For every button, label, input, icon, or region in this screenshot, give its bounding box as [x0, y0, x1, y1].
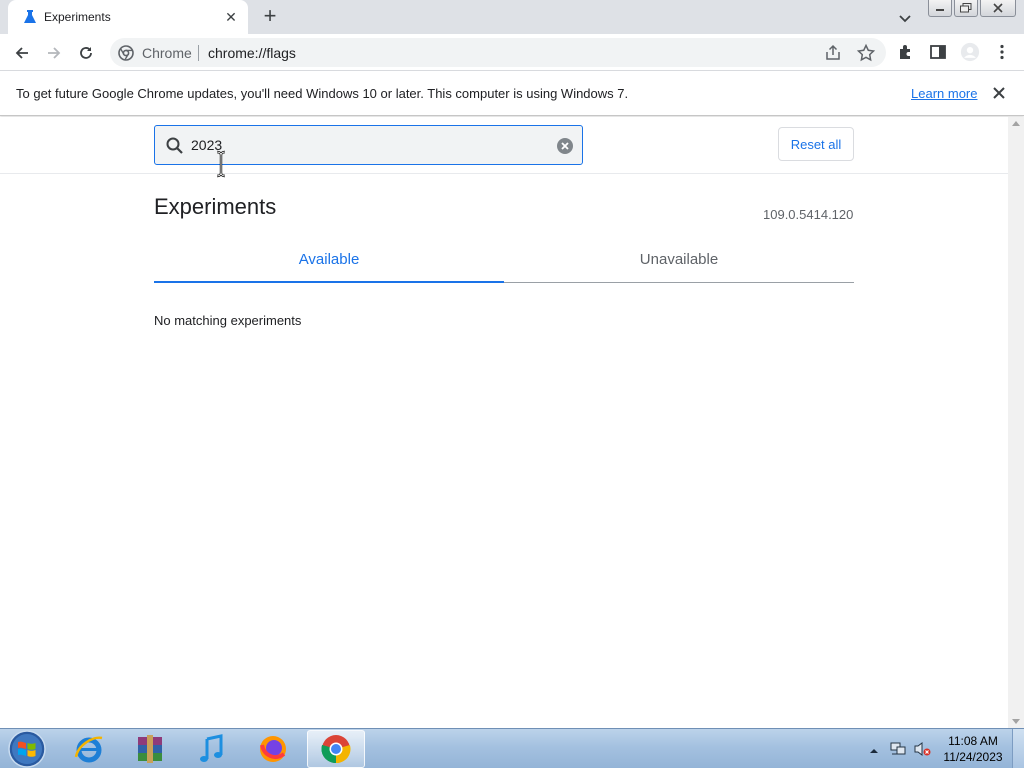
- chrome-icon: [321, 735, 351, 764]
- show-hidden-icons-icon[interactable]: [869, 743, 879, 753]
- windows-taskbar: 11:08 AM 11/24/2023: [0, 728, 1024, 768]
- forward-button[interactable]: [43, 42, 65, 64]
- infobar-close-icon[interactable]: [990, 84, 1008, 102]
- empty-results-message: No matching experiments: [154, 313, 302, 328]
- site-name: Chrome: [142, 45, 192, 61]
- selected-tab-indicator: [154, 281, 504, 283]
- flask-icon: [22, 9, 38, 25]
- winrar-taskbar-button[interactable]: [121, 730, 179, 768]
- show-desktop-button[interactable]: [1012, 729, 1024, 768]
- tab-close-icon[interactable]: ✕: [222, 8, 240, 26]
- clock-date: 11/24/2023: [943, 750, 1003, 764]
- browser-toolbar: Chrome chrome://flags: [0, 34, 1024, 71]
- back-button[interactable]: [11, 42, 33, 64]
- version-label: 109.0.5414.120: [763, 207, 854, 222]
- omnibox-separator: [198, 45, 199, 61]
- chrome-site-icon: [118, 45, 134, 61]
- page-scrollbar[interactable]: [1008, 117, 1024, 728]
- internet-explorer-icon: [74, 736, 103, 763]
- side-panel-icon[interactable]: [928, 42, 948, 62]
- reload-button[interactable]: [75, 42, 97, 64]
- windows-logo-icon: [8, 730, 46, 768]
- tab-experiments[interactable]: Experiments ✕: [8, 0, 248, 34]
- extensions-puzzle-icon[interactable]: [896, 42, 916, 62]
- clear-search-icon[interactable]: [556, 137, 574, 155]
- share-icon[interactable]: [824, 44, 842, 62]
- itunes-taskbar-button[interactable]: [182, 730, 240, 768]
- internet-explorer-taskbar-button[interactable]: [60, 730, 118, 768]
- scroll-down-arrow-icon[interactable]: [1012, 719, 1020, 724]
- window-controls: [928, 0, 1018, 17]
- experiments-tabs: Available Unavailable: [154, 241, 854, 283]
- text-cursor-icon: [216, 150, 226, 178]
- new-tab-button[interactable]: +: [258, 5, 282, 29]
- url-text[interactable]: chrome://flags: [208, 45, 296, 61]
- reset-all-button[interactable]: Reset all: [778, 127, 854, 161]
- itunes-icon: [200, 734, 223, 762]
- arrow-left-icon: [15, 47, 28, 59]
- address-bar[interactable]: Chrome chrome://flags: [110, 38, 886, 67]
- tab-strip: Experiments ✕ +: [0, 0, 1024, 34]
- clock-time: 11:08 AM: [948, 734, 998, 748]
- bookmark-star-icon[interactable]: [856, 43, 876, 63]
- arrow-right-icon: [48, 47, 61, 59]
- tab-title: Experiments: [44, 10, 111, 24]
- reload-icon: [80, 47, 92, 59]
- infobar-message: To get future Google Chrome updates, you…: [16, 86, 629, 101]
- firefox-taskbar-button[interactable]: [244, 730, 302, 768]
- tab-available[interactable]: Available: [154, 251, 504, 268]
- search-input[interactable]: [191, 135, 541, 155]
- page-title: Experiments: [154, 194, 277, 219]
- close-window-button[interactable]: [980, 0, 1016, 17]
- scroll-up-arrow-icon[interactable]: [1012, 121, 1020, 126]
- restore-button[interactable]: [954, 0, 978, 17]
- learn-more-link[interactable]: Learn more: [911, 86, 977, 101]
- winrar-icon: [138, 735, 162, 763]
- chrome-taskbar-button[interactable]: [307, 730, 365, 768]
- flags-page: Reset all Experiments 109.0.5414.120 Ava…: [0, 117, 1008, 728]
- search-icon: [165, 136, 185, 156]
- profile-avatar-icon[interactable]: [960, 42, 980, 62]
- taskbar-clock[interactable]: 11:08 AM 11/24/2023: [940, 733, 1006, 765]
- firefox-icon: [260, 736, 286, 762]
- tab-search-chevron-down-icon[interactable]: [895, 8, 915, 28]
- tab-unavailable[interactable]: Unavailable: [504, 251, 854, 268]
- network-icon[interactable]: [889, 740, 907, 758]
- update-infobar: To get future Google Chrome updates, you…: [0, 71, 1024, 116]
- volume-muted-icon[interactable]: [913, 740, 931, 758]
- search-header: Reset all: [0, 117, 1008, 178]
- start-button[interactable]: [5, 730, 49, 768]
- menu-more-icon[interactable]: [992, 42, 1012, 62]
- minimize-button[interactable]: [928, 0, 952, 17]
